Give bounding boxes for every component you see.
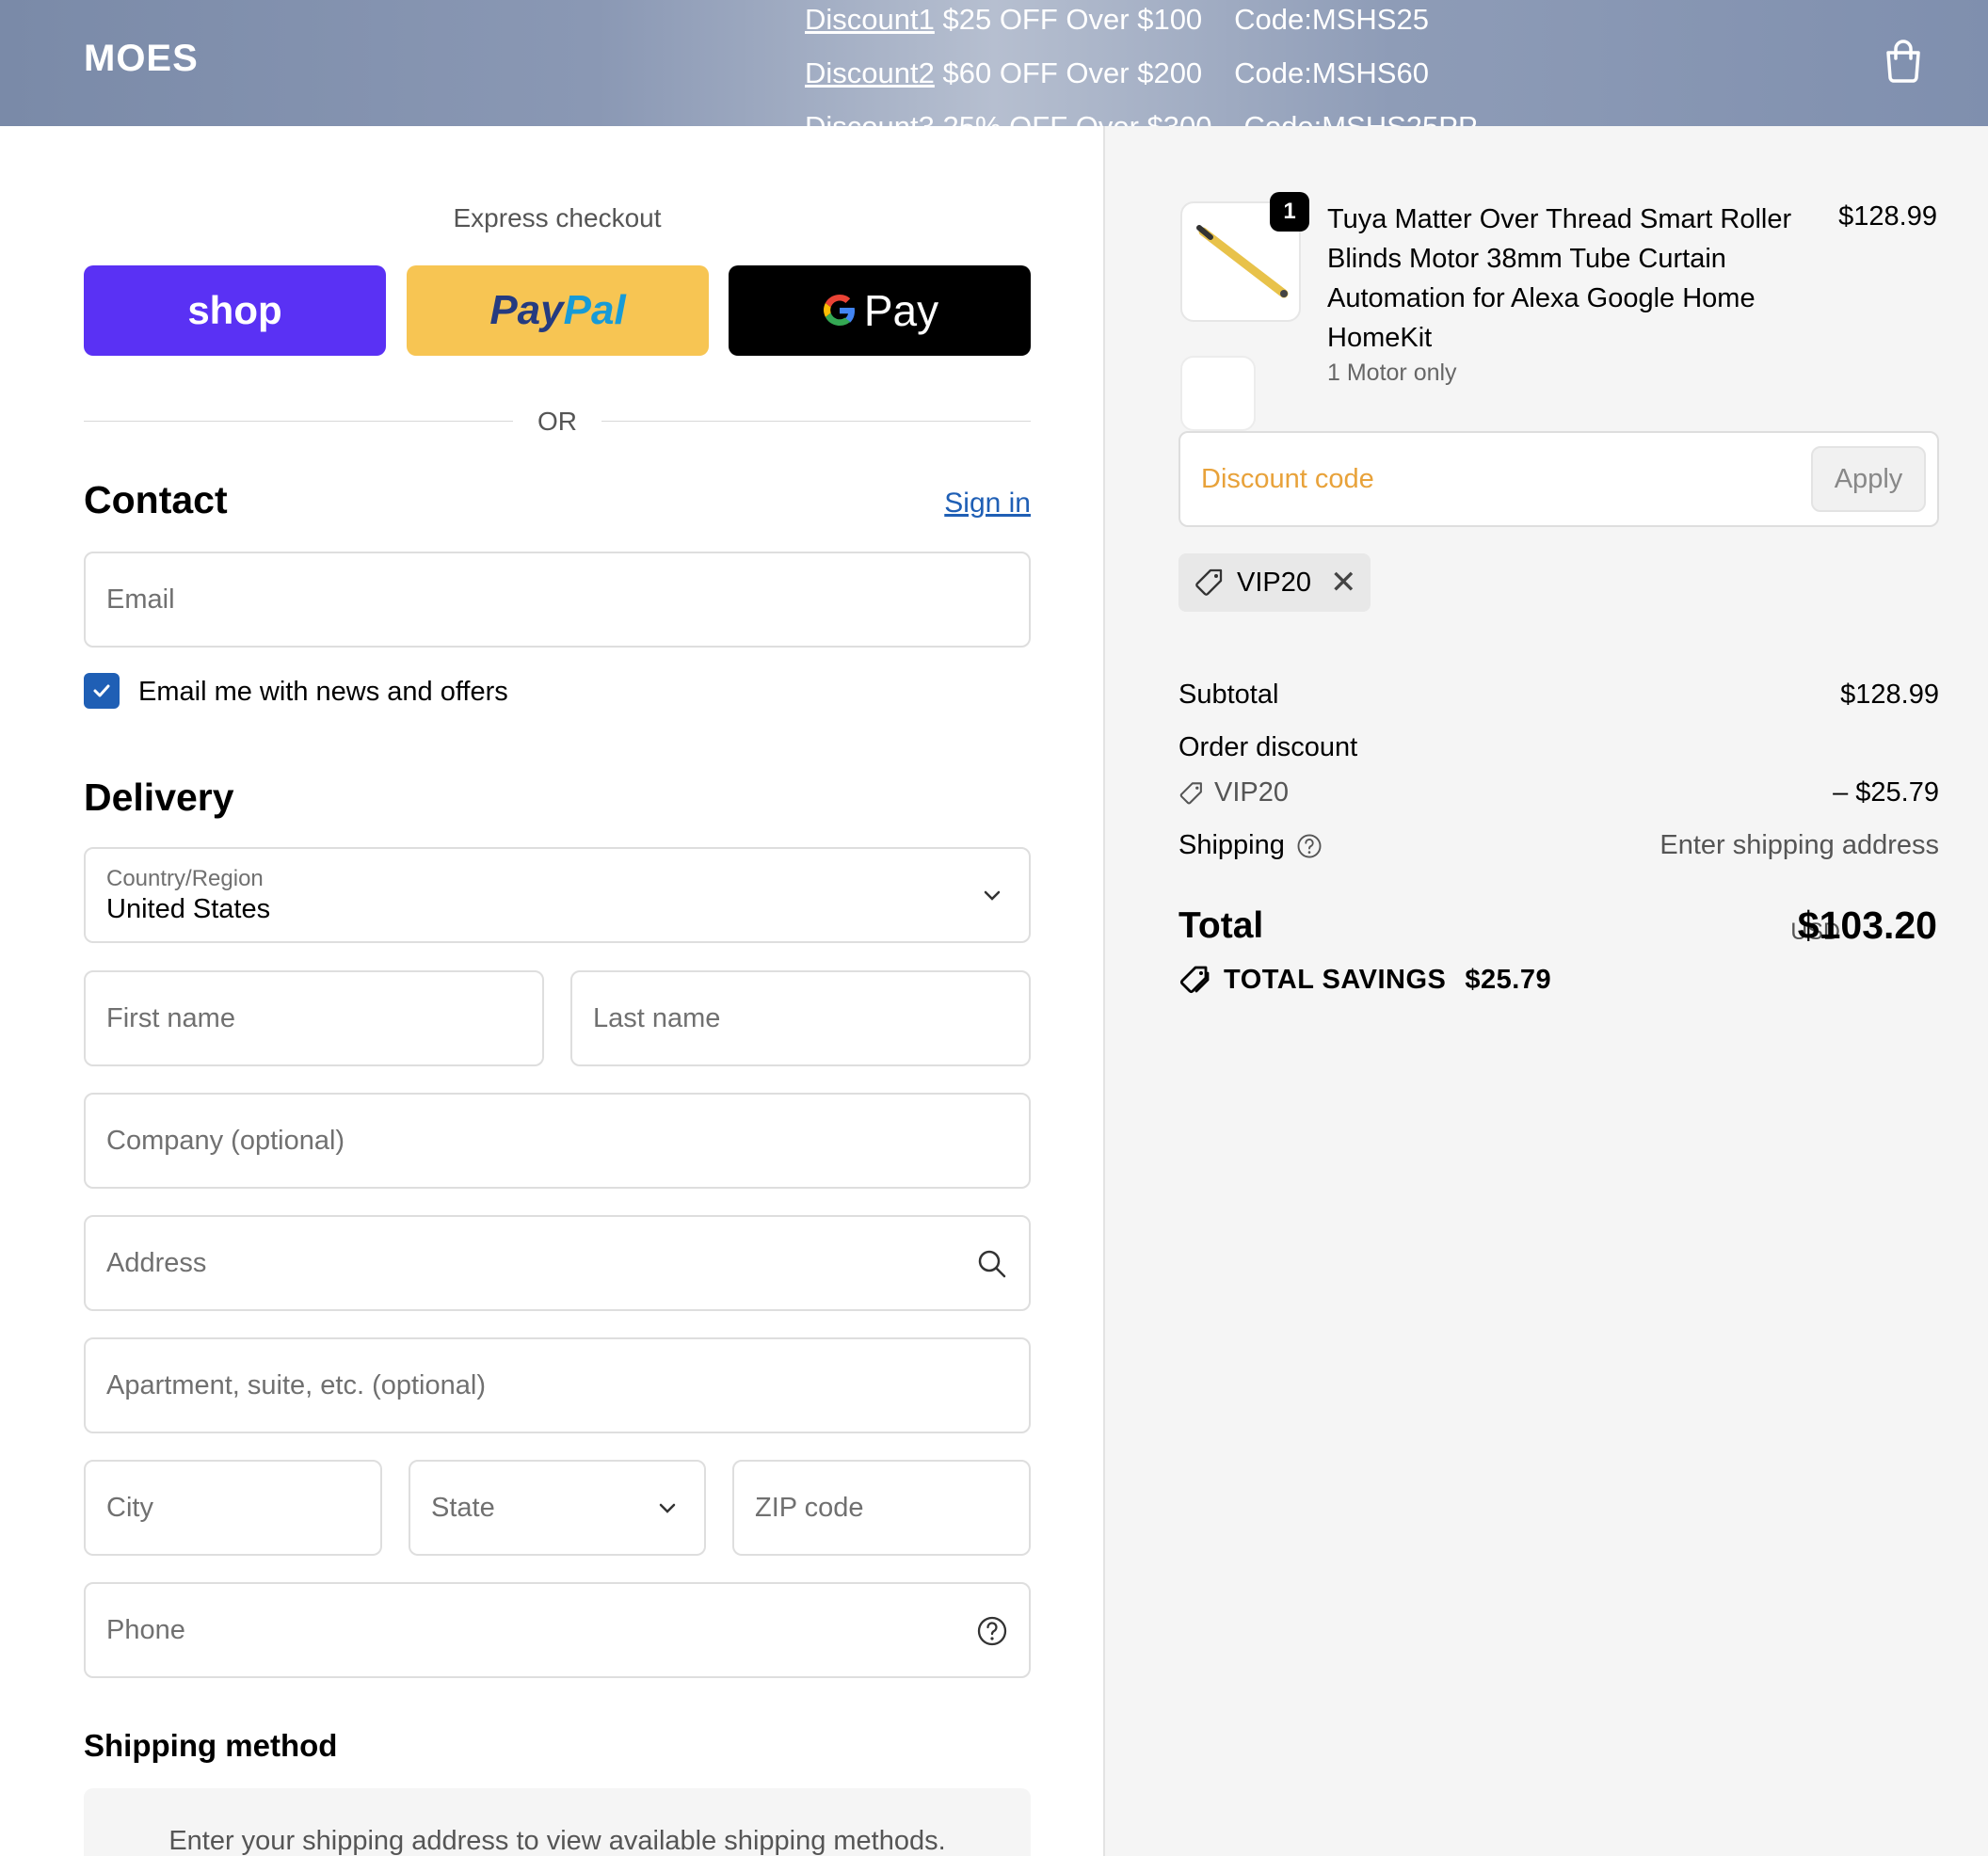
search-icon [978,1250,1006,1278]
delivery-heading: Delivery [84,776,234,819]
order-summary: 1 Tuya Matter Over Thread Smart Roller B… [1103,126,1988,1856]
state-select[interactable]: State [409,1460,706,1556]
product-variant: 1 Motor only [1327,360,1457,386]
newsletter-label: Email me with news and offers [138,677,508,707]
zip-placeholder: ZIP code [755,1493,864,1523]
promo-code: Code:MSHS25 [1234,3,1429,36]
last-name-field[interactable]: Last name [570,970,1031,1066]
product-price: $128.99 [1838,201,1937,232]
subtotal-row: Subtotal $128.99 [1178,680,1939,711]
phone-field[interactable]: Phone [84,1582,1031,1678]
shop-pay-button[interactable]: shop [84,265,386,356]
first-name-field[interactable]: First name [84,970,544,1066]
promo-text: $60 OFF Over $200 [942,56,1203,89]
paypal-button[interactable]: Pay Pal [407,265,709,356]
email-field[interactable]: Email [84,552,1031,648]
promo-code: Code:MSHS25PP [1244,100,1478,126]
shipping-method-heading: Shipping method [84,1728,338,1763]
promo-row: Discount1 $25 OFF Over $100 Code:MSHS25 [805,0,1478,46]
discount-placeholder: Discount code [1201,464,1374,494]
sign-in-link[interactable]: Sign in [944,488,1031,520]
address-field[interactable]: Address [84,1215,1031,1311]
checkmark-icon [93,684,110,697]
total-savings: TOTAL SAVINGS $25.79 [1178,964,1551,996]
product-thumbnail-secondary [1180,356,1256,431]
shipping-value: Enter shipping address [1659,830,1939,860]
promo-row: Discount2 $60 OFF Over $200 Code:MSHS60 [805,46,1478,100]
discount-code-field[interactable]: Discount code Apply [1178,431,1939,527]
store-logo[interactable]: MOES [84,38,199,80]
discount-code-row: VIP20 – $25.79 [1178,777,1939,814]
email-placeholder: Email [106,584,175,615]
city-placeholder: City [106,1493,153,1523]
shopping-bag-icon[interactable] [1883,38,1924,83]
applied-code-text: VIP20 [1237,567,1311,598]
google-pay-button[interactable]: Pay [729,265,1031,356]
first-name-placeholder: First name [106,1003,235,1033]
newsletter-checkbox[interactable] [84,673,120,709]
discount-amount: – $25.79 [1833,777,1939,808]
header-bar: MOES Discount1 $25 OFF Over $100 Code:MS… [0,0,1988,126]
google-g-icon [823,295,855,326]
savings-amount: $25.79 [1465,964,1552,995]
subtotal-value: $128.99 [1840,680,1939,710]
chevron-down-icon [984,890,1001,901]
promo-text: 25% OFF Over $300 [942,110,1211,126]
promo-text: $25 OFF Over $100 [942,3,1203,36]
paypal-logo-part: Pal [563,287,626,333]
contact-heading: Contact [84,478,228,521]
city-field[interactable]: City [84,1460,382,1556]
total-label: Total [1178,905,1264,946]
product-title: Tuya Matter Over Thread Smart Roller Bli… [1327,204,1792,353]
checkout-form: Express checkout shop Pay Pal Pay OR Cont… [0,126,1103,1856]
shipping-label: Shipping [1178,830,1285,860]
or-text: OR [537,407,577,436]
help-icon[interactable] [976,1615,1008,1647]
express-checkout-label: Express checkout [453,203,662,232]
promo-name[interactable]: Discount2 [805,56,935,89]
order-discount-label: Order discount [1178,732,1358,762]
paypal-logo-part: Pay [489,287,564,333]
shipping-method-message: Enter your shipping address to view avai… [168,1826,946,1856]
help-icon[interactable] [1296,833,1323,859]
promo-name[interactable]: Discount3 [805,110,935,126]
promo-row: Discount3 25% OFF Over $300 Code:MSHS25P… [805,100,1478,126]
country-value: United States [106,894,271,924]
promo-banner: Discount1 $25 OFF Over $100 Code:MSHS25 … [805,0,1478,126]
subtotal-label: Subtotal [1178,680,1279,710]
google-pay-label: Pay [863,286,939,335]
or-divider: OR [84,407,1031,436]
promo-name[interactable]: Discount1 [805,3,935,36]
company-placeholder: Company (optional) [106,1126,345,1156]
remove-discount-icon[interactable]: ✕ [1330,564,1357,601]
country-label: Country/Region [106,866,264,891]
address-placeholder: Address [106,1248,207,1278]
company-field[interactable]: Company (optional) [84,1093,1031,1189]
tag-icon [1179,781,1202,804]
chevron-down-icon [659,1503,676,1513]
phone-placeholder: Phone [106,1615,185,1645]
shipping-row: Shipping Enter shipping address [1178,830,1939,861]
apartment-field[interactable]: Apartment, suite, etc. (optional) [84,1337,1031,1433]
apartment-placeholder: Apartment, suite, etc. (optional) [106,1370,486,1400]
last-name-placeholder: Last name [593,1003,721,1033]
apply-button[interactable]: Apply [1811,446,1926,512]
shipping-method-box: Enter your shipping address to view avai… [84,1788,1031,1856]
total-value: $103.20 [1797,904,1937,947]
savings-label: TOTAL SAVINGS [1224,964,1447,995]
shop-pay-label: shop [187,288,282,332]
tag-icon [1195,568,1223,596]
applied-discount-chip: VIP20 ✕ [1178,553,1371,612]
tags-icon [1179,966,1210,994]
country-select[interactable]: Country/Region United States [84,847,1031,943]
discount-code-label: VIP20 [1214,777,1289,808]
promo-code: Code:MSHS60 [1234,56,1429,89]
quantity-badge: 1 [1270,192,1309,232]
order-discount-row: Order discount [1178,732,1939,763]
state-placeholder: State [431,1493,495,1523]
zip-field[interactable]: ZIP code [732,1460,1031,1556]
